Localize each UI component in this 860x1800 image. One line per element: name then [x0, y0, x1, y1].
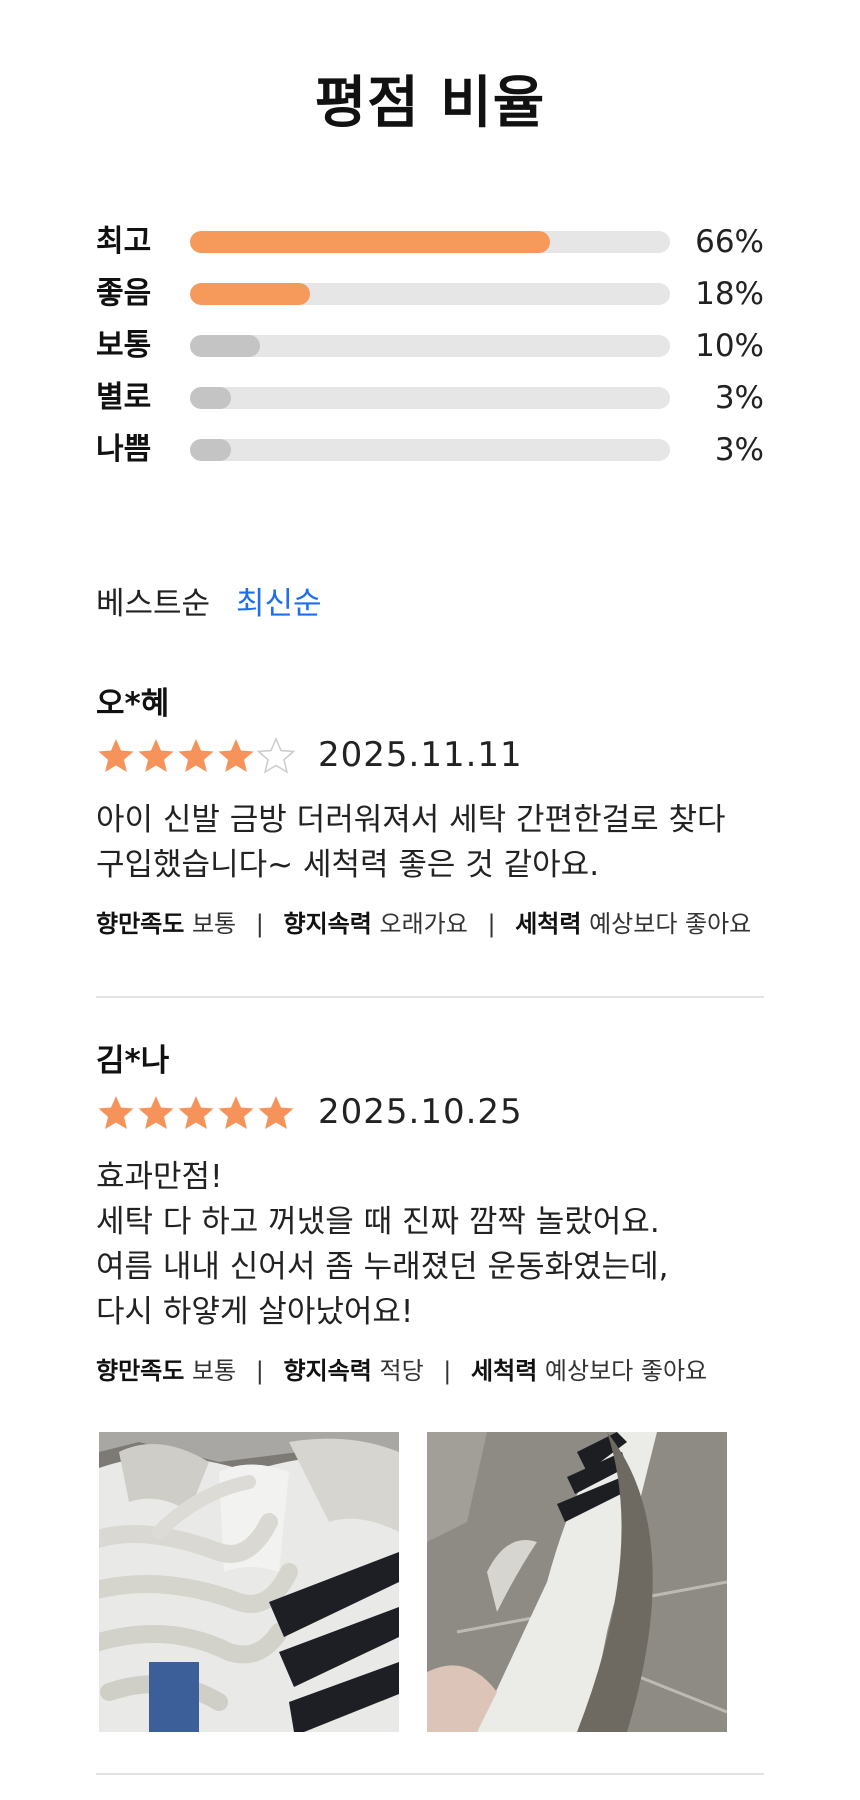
rating-row-poor: 별로 3% — [96, 376, 764, 428]
review-text: 효과만점! 세탁 다 하고 꺼냈을 때 진짜 깜짝 놀랐어요. 여름 내내 신어… — [96, 1159, 669, 1330]
rating-bar-fill — [190, 387, 231, 409]
attribute-separator: | — [255, 1357, 264, 1385]
attribute-label: 향만족도 — [96, 1357, 185, 1385]
star-empty-icon — [256, 737, 296, 774]
rating-label: 보통 — [96, 328, 152, 363]
rating-bar-track — [190, 335, 670, 357]
star-rating — [96, 1093, 296, 1133]
star-filled-icon — [98, 739, 134, 772]
rating-row-best: 최고 66% — [96, 220, 764, 272]
rating-label: 좋음 — [96, 276, 152, 311]
attribute-label: 세척력 — [515, 910, 582, 938]
attribute-value: 보통 — [191, 1357, 237, 1385]
star-rating — [96, 736, 296, 776]
reviewer-name: 김*나 — [96, 1043, 170, 1079]
review-photo-sneaker-side[interactable] — [427, 1432, 727, 1732]
reviewer-name: 오*혜 — [96, 686, 170, 722]
attribute-separator: | — [255, 910, 264, 938]
attribute-label: 향지속력 — [283, 910, 372, 938]
attribute-value: 예상보다 좋아요 — [589, 910, 752, 938]
rating-row-average: 보통 10% — [96, 324, 764, 376]
star-filled-icon — [258, 1096, 294, 1129]
sort-best-button[interactable]: 베스트순 — [96, 586, 210, 622]
review-photo-sneaker-laces[interactable] — [99, 1432, 399, 1732]
review-sort-options: 베스트순 최신순 — [96, 584, 338, 624]
rating-percent: 10% — [695, 328, 764, 364]
review-text: 아이 신발 금방 더러워져서 세탁 간편한걸로 찾다 구입했습니다~ 세척력 좋… — [96, 802, 726, 883]
rating-percent: 3% — [714, 432, 764, 468]
star-filled-icon — [218, 739, 254, 772]
rating-percent: 18% — [695, 276, 764, 312]
rating-bar-fill — [190, 231, 550, 253]
star-filled-icon — [178, 739, 214, 772]
attribute-value: 보통 — [191, 910, 237, 938]
review-divider — [96, 1773, 764, 1775]
rating-percent: 3% — [714, 380, 764, 416]
rating-bar-fill — [190, 335, 260, 357]
star-filled-icon — [218, 1096, 254, 1129]
attribute-label: 향지속력 — [283, 1357, 372, 1385]
review-meta: 2025.11.11 — [96, 732, 764, 778]
review-divider — [96, 996, 764, 998]
review-attributes: 향만족도 보통 | 향지속력 오래가요 | 세척력 예상보다 좋아요 — [96, 908, 764, 940]
attribute-value: 오래가요 — [379, 910, 468, 938]
rating-bar-track — [190, 439, 670, 461]
star-filled-icon — [178, 1096, 214, 1129]
sneaker-laces-image — [99, 1432, 399, 1732]
rating-row-good: 좋음 18% — [96, 272, 764, 324]
review-item: 김*나 2025.10.25 효과만점! 세탁 다 하고 꺼냈을 때 진짜 깜짝… — [96, 1041, 764, 1387]
star-filled-icon — [138, 739, 174, 772]
rating-bar-fill — [190, 283, 310, 305]
review-date: 2025.10.25 — [318, 1092, 523, 1132]
attribute-value: 예상보다 좋아요 — [544, 1357, 708, 1385]
review-attributes: 향만족도 보통 | 향지속력 적당 | 세척력 예상보다 좋아요 — [96, 1355, 764, 1387]
review-meta: 2025.10.25 — [96, 1089, 764, 1135]
sort-latest-button[interactable]: 최신순 — [236, 586, 322, 622]
attribute-separator: | — [443, 1357, 452, 1385]
star-filled-icon — [138, 1096, 174, 1129]
rating-bar-track — [190, 231, 670, 253]
rating-percent: 66% — [695, 224, 764, 260]
review-date: 2025.11.11 — [318, 735, 523, 775]
star-filled-icon — [98, 1096, 134, 1129]
page-title: 평점 비율 — [314, 71, 546, 136]
attribute-value: 적당 — [379, 1357, 424, 1385]
rating-label: 최고 — [96, 224, 152, 259]
attribute-label: 세척력 — [471, 1357, 538, 1385]
review-item: 오*혜 2025.11.11 아이 신발 금방 더러워져서 세탁 간편한걸로 찾… — [96, 684, 764, 940]
rating-bar-track — [190, 387, 670, 409]
rating-label: 별로 — [96, 380, 152, 415]
rating-bar-fill — [190, 439, 231, 461]
attribute-separator: | — [487, 910, 496, 938]
rating-bar-track — [190, 283, 670, 305]
rating-row-bad: 나쁨 3% — [96, 428, 764, 480]
rating-distribution: 최고 66% 좋음 18% 보통 10% 별로 3% 나쁨 3% — [96, 220, 764, 480]
sneaker-side-image — [427, 1432, 727, 1732]
rating-label: 나쁨 — [96, 432, 152, 467]
attribute-label: 향만족도 — [96, 910, 185, 938]
